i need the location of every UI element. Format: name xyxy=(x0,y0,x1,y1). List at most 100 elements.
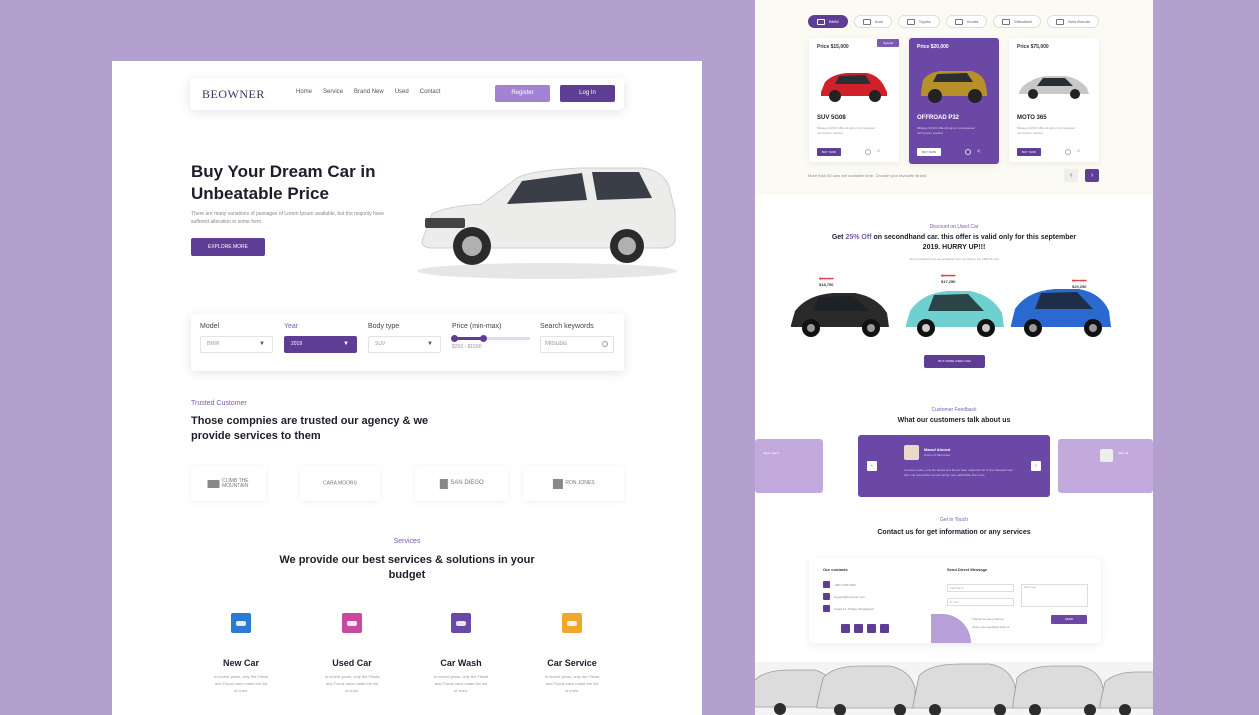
price-min-handle[interactable] xyxy=(451,335,458,342)
partner-logo-climb: CLIMB THE MOUNTAIN xyxy=(191,466,266,501)
share-icon[interactable]: < xyxy=(977,149,981,155)
model-select[interactable]: BMW ▼ xyxy=(200,336,273,353)
keyword-value: Mitsubis xyxy=(545,341,568,347)
tab-mitsubishi[interactable]: Mitsubishi xyxy=(993,15,1042,28)
trusted-tag: Trusted Customer xyxy=(191,400,247,407)
contact-email: support@beowner.com xyxy=(823,593,865,600)
service-used-car[interactable]: Used Car In recent years, only the Fiest… xyxy=(312,613,392,694)
message-field[interactable]: Message xyxy=(1021,584,1088,607)
keyword-label: Search keywords xyxy=(540,323,594,330)
car-price: Price $15,000 xyxy=(817,44,849,50)
buy-more-used-car-button[interactable]: BUY MORE USED CAR xyxy=(924,355,985,368)
feedback-card-prev[interactable]: Jason Hand xyxy=(755,439,823,493)
price-range-text: $250 - $1500 xyxy=(452,344,482,350)
body-type-select[interactable]: SUV ▼ xyxy=(368,336,441,353)
register-button[interactable]: Register xyxy=(495,85,550,102)
partner-logo-text: SAN DIEGO xyxy=(450,480,484,486)
car-image xyxy=(1019,76,1089,99)
buy-now-button[interactable]: BUY NOW xyxy=(817,148,841,156)
buy-now-button[interactable]: BUY NOW xyxy=(917,148,941,156)
contact-value: support@beowner.com xyxy=(834,594,865,599)
nav-link-service[interactable]: Service xyxy=(323,89,343,95)
old-price: $23,000 xyxy=(941,273,956,278)
service-car-service[interactable]: Car Service In recent years, only the Fi… xyxy=(532,613,612,694)
car-specs: Mileage 34,521 Miles Engine 4 Horsepower… xyxy=(817,126,876,135)
search-icon[interactable] xyxy=(602,341,608,347)
body-type-label: Body type xyxy=(368,323,400,330)
nav-link-brand-new[interactable]: Brand New xyxy=(354,89,384,95)
heart-icon[interactable] xyxy=(1065,149,1071,155)
car-name: MOTO 365 xyxy=(1017,115,1047,121)
car-card-suv[interactable]: Price $15,000 SUV 5G08 Mileage 34,521 Mi… xyxy=(809,38,899,162)
heart-icon[interactable] xyxy=(865,149,871,155)
services-tag: Services xyxy=(393,538,421,545)
car-specs: Mileage 34,521 Miles Engine 4 Horsepower… xyxy=(1017,126,1076,135)
car-card-moto[interactable]: Price $75,000 MOTO 365 Mileage 34,521 Mi… xyxy=(1009,38,1099,162)
service-car-wash[interactable]: Car Wash In recent years, only the Fiest… xyxy=(421,613,501,694)
keyword-input[interactable]: Mitsubis xyxy=(540,336,614,353)
car-image xyxy=(821,73,887,102)
discount-tag: Discount on Used Car xyxy=(929,224,979,230)
landing-page-secondary: BMW Audi Toyota Honda Mitsubishi New Bra… xyxy=(755,0,1153,715)
name-field[interactable]: Full Name xyxy=(947,584,1014,592)
buy-now-button[interactable]: BUY NOW xyxy=(1017,148,1041,156)
heart-icon[interactable] xyxy=(965,149,971,155)
body-type-value: SUV xyxy=(375,341,386,347)
nav-link-home[interactable]: Home xyxy=(296,89,312,95)
service-new-car[interactable]: New Car In recent years, only the Fiesta… xyxy=(201,613,281,694)
tab-audi[interactable]: Audi xyxy=(853,15,892,28)
share-icon[interactable]: < xyxy=(1077,149,1081,155)
service-text: In recent years, only the Fiesta and Foc… xyxy=(544,674,600,693)
contact-tag: Get in Touch xyxy=(940,517,968,523)
car-image xyxy=(921,71,987,103)
share-icon[interactable]: < xyxy=(877,149,881,155)
partner-logo-sandiego: SAN DIEGO xyxy=(415,466,508,501)
year-value: 2019 xyxy=(291,341,303,347)
price-max-handle[interactable] xyxy=(480,335,487,342)
facebook-icon[interactable] xyxy=(841,624,850,633)
send-button[interactable]: SEND xyxy=(1051,615,1087,624)
car-specs: Mileage 34,521 Miles Engine 4 Horsepower… xyxy=(917,126,976,135)
nav-link-used[interactable]: Used xyxy=(395,89,409,95)
service-text: In recent years, only the Fiesta and Foc… xyxy=(433,674,489,693)
explore-more-button[interactable]: EXPLORE MORE xyxy=(191,238,265,256)
feedback-prev-button[interactable]: ‹ xyxy=(867,461,877,471)
carousel-prev-button[interactable]: ‹ xyxy=(1064,169,1078,182)
email-field[interactable]: E-mail xyxy=(947,598,1014,606)
tab-honda[interactable]: Honda xyxy=(945,15,988,28)
price-range-slider[interactable] xyxy=(451,335,530,342)
tab-toyota[interactable]: Toyota xyxy=(897,15,940,28)
phone-icon xyxy=(823,581,830,588)
feedback-next-button[interactable]: › xyxy=(1031,461,1041,471)
feedback-title: What our customers talk about us xyxy=(897,417,1011,424)
login-button[interactable]: Log In xyxy=(560,85,615,102)
contact-title: Contact us for get information or any se… xyxy=(877,529,1031,536)
car-service-icon xyxy=(562,613,582,633)
model-value: BMW xyxy=(207,341,220,347)
tab-bmw[interactable]: BMW xyxy=(808,15,848,28)
nav-link-contact[interactable]: Contact xyxy=(420,89,441,95)
tab-new-brands[interactable]: New Brands xyxy=(1047,15,1099,28)
cards-footer-text: More than 50 cars are available here. Ch… xyxy=(808,173,928,178)
service-text: In recent years, only the Fiesta and Foc… xyxy=(213,674,269,693)
form-title: Send Direct Message xyxy=(947,567,988,572)
body-type-filter: Body type SUV ▼ xyxy=(368,323,441,353)
car-price: Price $75,000 xyxy=(1017,44,1049,50)
nav-links: Home Service Brand New Used Contact xyxy=(296,89,440,95)
feedback-side-name: Sam Ali xyxy=(1118,451,1129,455)
hero-title: Buy Your Dream Car in Unbeatable Price xyxy=(191,162,376,203)
twitter-icon[interactable] xyxy=(854,624,863,633)
discount-subtitle: All secondhand cars are available from o… xyxy=(909,257,999,261)
car-card-offroad[interactable]: Price $20,000 OFFROAD P32 Mileage 34,521… xyxy=(909,38,999,164)
carousel-next-button[interactable]: › xyxy=(1085,169,1099,182)
service-text: In recent years, only the Fiesta and Foc… xyxy=(324,674,380,693)
linkedin-icon[interactable] xyxy=(880,624,889,633)
price-label: Price (min-max) xyxy=(452,323,502,330)
year-select[interactable]: 2019 ▼ xyxy=(284,336,357,353)
discount-title-pre: Get xyxy=(831,234,846,241)
brand-logo[interactable]: BEOWNER xyxy=(202,87,265,102)
instagram-icon[interactable] xyxy=(867,624,876,633)
service-title: Used Car xyxy=(332,658,372,668)
used-car-image xyxy=(1011,289,1111,337)
feedback-card-next[interactable]: Sam Ali xyxy=(1058,439,1153,493)
